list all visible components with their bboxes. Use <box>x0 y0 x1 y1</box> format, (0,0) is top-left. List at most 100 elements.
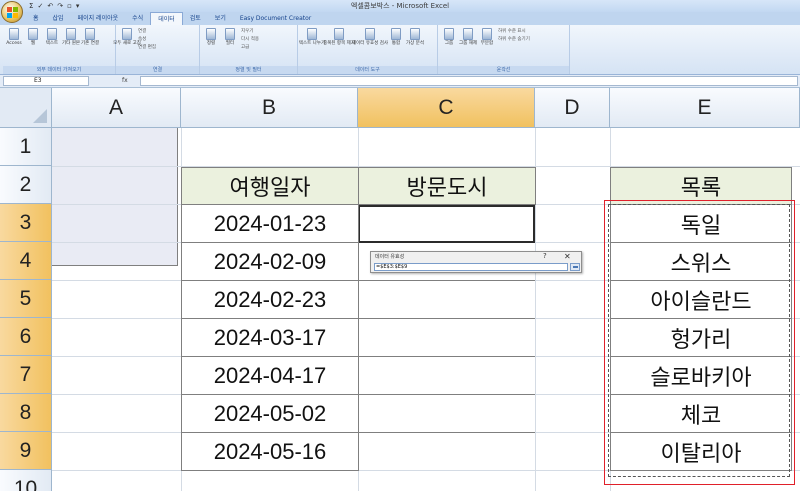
column-header-d[interactable]: D <box>535 88 610 128</box>
hide-detail-button[interactable]: 하위 수준 숨기기 <box>498 36 530 43</box>
row-header-4[interactable]: 4 <box>0 242 52 280</box>
button-label: 데이터 유효성 검사 <box>352 41 388 46</box>
row-header-8[interactable]: 8 <box>0 394 52 432</box>
button-label: 기타 원본 <box>62 41 80 46</box>
data-validation-dialog: 데이터 유효성 ? ✕ =$E$3:$E$9 <box>370 251 582 273</box>
name-box[interactable]: E3 <box>3 76 89 86</box>
button-label: 통합 <box>391 41 401 46</box>
row-header-5[interactable]: 5 <box>0 280 52 318</box>
cell-b2[interactable]: 여행일자 <box>181 167 359 205</box>
edit-links-button[interactable]: 연결 편집 <box>138 44 156 51</box>
button-label: 부분합 <box>480 41 494 46</box>
column-header-a[interactable]: A <box>52 88 181 128</box>
formula-bar: E3 fx <box>0 75 800 88</box>
column-header-b[interactable]: B <box>181 88 358 128</box>
group-label: 외부 데이터 가져오기 <box>3 66 115 74</box>
group-label: 연결 <box>116 66 199 74</box>
cell-b9[interactable]: 2024-05-16 <box>181 433 359 471</box>
fx-icon[interactable]: fx <box>92 76 138 86</box>
group-label: 윤곽선 <box>438 66 569 74</box>
group-data-tools: 텍스트 나누기 중복된 항목 제거 데이터 유효성 검사 통합 가상 분석 데이… <box>298 25 438 74</box>
row-header-3[interactable]: 3 <box>0 204 52 242</box>
filter-icon <box>225 28 235 40</box>
tab-formulas[interactable]: 수식 <box>125 12 150 25</box>
sort-icon <box>206 28 216 40</box>
ribbon: Access 웹 텍스트 기타 원본 기존 연결 외부 데이터 가져오기 모두 … <box>0 25 800 75</box>
expand-dialog-icon[interactable] <box>570 263 580 271</box>
cell-c3-active[interactable] <box>358 205 535 243</box>
what-if-icon <box>410 28 420 40</box>
row-header-10[interactable]: 10 <box>0 470 52 491</box>
group-icon <box>444 28 454 40</box>
office-button[interactable] <box>1 1 23 23</box>
cell-b4[interactable]: 2024-02-09 <box>181 243 359 281</box>
tab-easy-document-creator[interactable]: Easy Document Creator <box>233 12 318 25</box>
row-header-7[interactable]: 7 <box>0 356 52 394</box>
show-detail-button[interactable]: 하위 수준 표시 <box>498 28 530 35</box>
tab-view[interactable]: 보기 <box>208 12 233 25</box>
highlight-box <box>604 200 795 485</box>
text-icon <box>47 28 57 40</box>
ribbon-tabs: 홈 삽입 페이지 레이아웃 수식 데이터 검토 보기 Easy Document… <box>0 12 800 25</box>
button-label: 텍스트 <box>45 41 59 46</box>
cell-b5[interactable]: 2024-02-23 <box>181 281 359 319</box>
refresh-icon <box>122 28 132 40</box>
tab-home[interactable]: 홈 <box>26 12 46 25</box>
group-external-data: Access 웹 텍스트 기타 원본 기존 연결 외부 데이터 가져오기 <box>3 25 116 74</box>
button-label: 필터 <box>225 41 235 46</box>
web-icon <box>28 28 38 40</box>
title-bar: Σ ✓ ↶ ↷ ▫ ▾ 엑셀콤보박스 - Microsoft Excel <box>0 0 800 12</box>
button-label: 기존 연결 <box>81 41 99 46</box>
office-logo-icon <box>6 6 18 18</box>
dialog-title: 데이터 유효성 <box>375 254 405 260</box>
cell-border <box>359 432 535 433</box>
cell-border <box>359 318 535 319</box>
group-outline: 그룹 그룹 해제 부분합 하위 수준 표시 하위 수준 숨기기 윤곽선 <box>438 25 570 74</box>
button-label: Access <box>6 41 22 46</box>
cell-border <box>359 356 535 357</box>
advanced-button[interactable]: 고급 <box>241 44 259 51</box>
reapply-button[interactable]: 다시 적용 <box>241 36 259 43</box>
button-label: 그룹 <box>444 41 454 46</box>
remove-duplicates-icon <box>334 28 344 40</box>
button-label: 중복된 항목 제거 <box>323 41 355 46</box>
formula-input[interactable] <box>140 76 798 86</box>
tab-page-layout[interactable]: 페이지 레이아웃 <box>71 12 126 25</box>
consolidate-icon <box>391 28 401 40</box>
excel-window: Σ ✓ ↶ ↷ ▫ ▾ 엑셀콤보박스 - Microsoft Excel 홈 삽… <box>0 0 800 491</box>
tab-insert[interactable]: 삽입 <box>46 12 71 25</box>
button-label: 텍스트 나누기 <box>298 41 326 46</box>
existing-connections-icon <box>85 28 95 40</box>
properties-button[interactable]: 속성 <box>138 36 156 43</box>
row-header-1[interactable]: 1 <box>0 128 52 166</box>
row-header-9[interactable]: 9 <box>0 432 52 470</box>
button-label: 가상 분석 <box>406 41 424 46</box>
subtotal-icon <box>482 28 492 40</box>
select-all-corner[interactable] <box>0 88 52 128</box>
button-label: 웹 <box>30 41 36 46</box>
close-icon[interactable]: ✕ <box>564 252 571 261</box>
cell-b7[interactable]: 2024-04-17 <box>181 357 359 395</box>
cell-b8[interactable]: 2024-05-02 <box>181 395 359 433</box>
cell-b3[interactable]: 2024-01-23 <box>181 205 359 243</box>
tab-review[interactable]: 검토 <box>183 12 208 25</box>
cell-border <box>359 280 535 281</box>
cell-c2[interactable]: 방문도시 <box>358 167 536 205</box>
data-validation-icon <box>365 28 375 40</box>
row-header-6[interactable]: 6 <box>0 318 52 356</box>
source-input[interactable]: =$E$3:$E$9 <box>374 263 568 271</box>
column-header-c[interactable]: C <box>358 88 535 128</box>
ungroup-icon <box>463 28 473 40</box>
tab-data[interactable]: 데이터 <box>150 12 183 25</box>
group-label: 정렬 및 필터 <box>200 66 297 74</box>
cell-b6[interactable]: 2024-03-17 <box>181 319 359 357</box>
clear-button[interactable]: 지우기 <box>241 28 259 35</box>
column-header-e[interactable]: E <box>610 88 800 128</box>
connections-button[interactable]: 연결 <box>138 28 156 35</box>
group-connections: 모두 새로 고침 연결 속성 연결 편집 연결 <box>113 25 200 74</box>
group-sort-filter: 정렬 필터 지우기 다시 적용 고급 정렬 및 필터 <box>200 25 298 74</box>
other-sources-icon <box>66 28 76 40</box>
row-header-2[interactable]: 2 <box>0 166 52 204</box>
button-label: 정렬 <box>206 41 216 46</box>
help-icon[interactable]: ? <box>543 252 547 260</box>
